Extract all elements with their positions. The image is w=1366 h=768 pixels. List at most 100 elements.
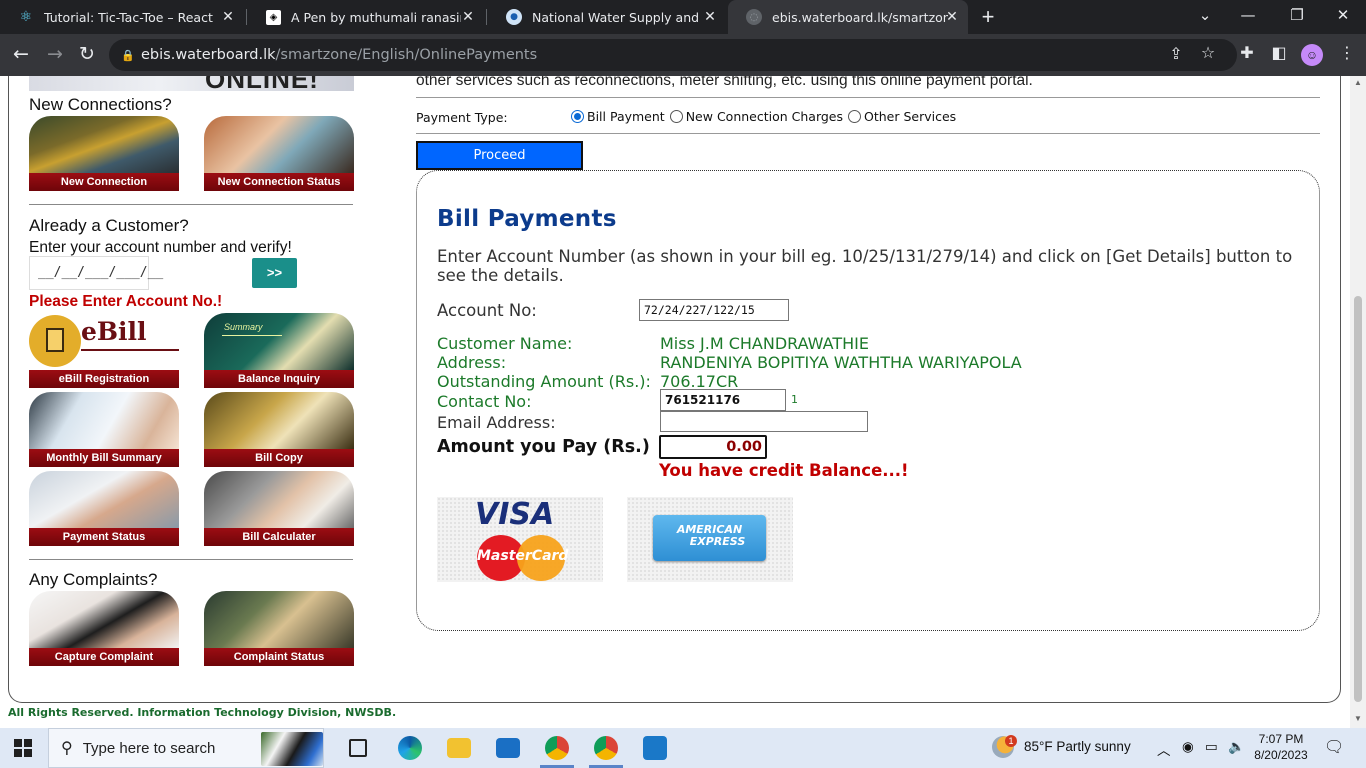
battery-icon[interactable]: ▭ [1205, 739, 1218, 755]
weather-text[interactable]: 85°F Partly sunny [1024, 739, 1131, 754]
bookmark-star-icon[interactable]: ☆ [1198, 43, 1218, 62]
amex-button[interactable]: AMERICAN EXPRESS [627, 497, 793, 582]
address-bar[interactable]: 🔒 ebis.waterboard.lk/smartzone/English/O… [109, 39, 1237, 71]
amount-pay-field[interactable]: 0.00 [659, 435, 767, 459]
email-label: Email Address: [437, 413, 556, 432]
weather-badge: 1 [1005, 735, 1017, 747]
radio-new-connection-charges[interactable] [669, 110, 683, 123]
calculator-photo [204, 471, 354, 528]
windows-taskbar: ⚲ Type here to search 1 85°F Partly sunn… [0, 728, 1366, 768]
capture-complaint-tile[interactable]: Capture Complaint [29, 591, 179, 666]
windows-start-icon[interactable] [14, 739, 32, 757]
taskbar-search[interactable]: ⚲ Type here to search [48, 728, 324, 768]
radio-bill-payment[interactable] [571, 110, 584, 123]
sidebar-divider [29, 559, 353, 560]
restore-icon[interactable]: ❐ [1285, 6, 1309, 24]
account-no-field[interactable]: 72/24/227/122/15 [639, 299, 789, 321]
new-connections-heading: New Connections? [29, 95, 172, 114]
search-highlight-image [261, 732, 323, 766]
bill-copy-tile[interactable]: Bill Copy [204, 392, 354, 467]
visa-logo: VISA [475, 497, 555, 532]
payment-type-label: Payment Type: [416, 110, 508, 125]
hand-water-photo [204, 116, 354, 173]
new-connection-tile[interactable]: New Connection [29, 116, 179, 191]
camera-tray-icon[interactable]: ◉ [1182, 739, 1194, 755]
complaint-status-tile[interactable]: Complaint Status [204, 591, 354, 666]
globe-icon: ◌ [746, 9, 762, 25]
radio-other-services[interactable] [848, 110, 862, 123]
ebill-registration-tile[interactable]: eBill eBill Registration [29, 313, 179, 388]
close-tab-icon[interactable]: ✕ [460, 9, 476, 25]
close-window-icon[interactable]: ✕ [1331, 6, 1355, 24]
chrome-menu-icon[interactable]: ⋮ [1337, 43, 1357, 62]
search-icon: ⚲ [61, 740, 73, 757]
tray-chevron-icon[interactable]: ︿ [1157, 739, 1171, 759]
notifications-icon[interactable]: 🗨 [1324, 737, 1344, 757]
contact-note: 1 [791, 393, 798, 406]
phone-handset-photo [29, 591, 179, 648]
page-viewport: ONLINE! New Connections? New Connection … [0, 76, 1350, 728]
proceed-button[interactable]: Proceed [416, 141, 583, 170]
calculator-hand-photo [204, 392, 354, 449]
page-scrollbar[interactable]: ▲ ▼ [1350, 76, 1366, 728]
ebill-logo-image: eBill [29, 313, 179, 370]
new-connection-status-tile[interactable]: New Connection Status [204, 116, 354, 191]
browser-toolbar: ← → ↻ 🔒 ebis.waterboard.lk/smartzone/Eng… [0, 34, 1366, 76]
chrome-icon[interactable] [545, 736, 569, 760]
bill-calculater-tile[interactable]: Bill Calculater [204, 471, 354, 546]
balance-inquiry-tile[interactable]: Summary Balance Inquiry [204, 313, 354, 388]
share-icon[interactable]: ⇪ [1166, 44, 1186, 63]
media-player-icon[interactable] [643, 736, 667, 760]
account-error-message: Please Enter Account No.! [29, 293, 223, 310]
payment-type-options: Bill Payment New Connection Charges Othe… [569, 109, 956, 124]
writing-hands-photo [204, 591, 354, 648]
file-explorer-icon[interactable] [447, 738, 471, 758]
edge-icon[interactable] [398, 736, 422, 760]
contact-no-label: Contact No: [437, 392, 532, 411]
extensions-puzzle-icon[interactable]: ✚ [1237, 43, 1257, 62]
scrollbar-thumb[interactable] [1354, 296, 1362, 702]
customer-heading: Already a Customer? [29, 216, 189, 235]
account-number-input[interactable]: __/__/___/___/__ [29, 256, 163, 290]
lock-icon: 🔒 [121, 49, 135, 62]
summary-photo: Summary [204, 313, 354, 370]
amount-pay-label: Amount you Pay (Rs.) [437, 437, 650, 457]
waterboard-icon: ● [506, 9, 522, 25]
worker-photo [29, 116, 179, 173]
monthly-bill-summary-tile[interactable]: Monthly Bill Summary [29, 392, 179, 467]
volume-icon[interactable]: 🔈 [1228, 739, 1245, 755]
close-tab-icon[interactable]: ✕ [702, 9, 718, 25]
scroll-down-arrow-icon[interactable]: ▼ [1354, 714, 1362, 723]
ebill-logo-text: eBill [81, 317, 147, 346]
scroll-up-arrow-icon[interactable]: ▲ [1354, 78, 1362, 87]
verify-account-button[interactable]: >> [252, 258, 297, 288]
taskbar-clock[interactable]: 7:07 PM 8/20/2023 [1252, 731, 1310, 763]
payment-status-tile[interactable]: Payment Status [29, 471, 179, 546]
outstanding-label: Outstanding Amount (Rs.): [437, 372, 651, 391]
tab-ebis-active[interactable]: ◌ ebis.waterboard.lk/smartzone/En ✕ [728, 0, 968, 34]
tab-divider [246, 9, 247, 25]
content-divider [416, 133, 1320, 134]
tab-nwsdb[interactable]: ● National Water Supply and Drain ✕ [488, 0, 726, 34]
contact-no-field[interactable]: 761521176 [660, 389, 786, 411]
react-icon: ⚛ [19, 9, 33, 25]
credit-balance-message: You have credit Balance...! [659, 461, 909, 480]
email-field[interactable] [660, 411, 868, 432]
visa-mastercard-button[interactable]: VISA MasterCard [437, 497, 603, 582]
back-icon[interactable]: ← [9, 43, 33, 65]
task-view-icon[interactable] [349, 739, 367, 757]
forward-icon[interactable]: → [43, 43, 67, 65]
mail-icon[interactable] [496, 738, 520, 758]
close-tab-icon[interactable]: ✕ [944, 9, 960, 25]
profile-avatar[interactable]: ☺ [1301, 44, 1323, 66]
chrome-profile-icon[interactable] [594, 736, 618, 760]
tab-codepen[interactable]: ◈ A Pen by muthumali ranasinghe ✕ [248, 0, 484, 34]
tab-react-tutorial[interactable]: ⚛ Tutorial: Tic-Tac-Toe – React ✕ [0, 0, 244, 34]
ebill-badge-icon [29, 315, 81, 367]
new-tab-icon[interactable]: + [976, 4, 1000, 30]
tab-search-chevron-icon[interactable]: ⌄ [1193, 6, 1217, 24]
side-panel-icon[interactable]: ◧ [1269, 43, 1289, 62]
close-tab-icon[interactable]: ✕ [220, 9, 236, 25]
minimize-icon[interactable]: — [1236, 6, 1260, 24]
reload-icon[interactable]: ↻ [75, 43, 99, 65]
